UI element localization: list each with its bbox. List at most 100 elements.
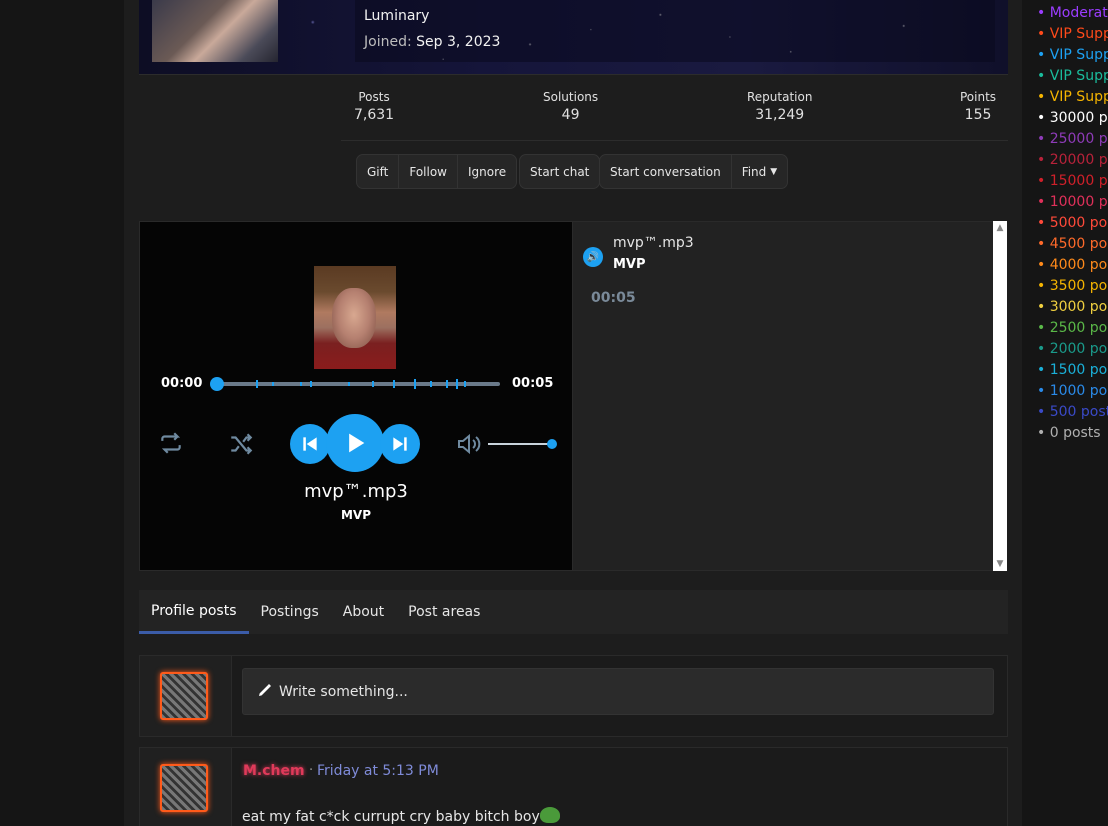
repeat-icon[interactable] <box>158 430 184 462</box>
group-legend-item[interactable]: • 4000 posts <box>1037 257 1108 273</box>
current-time: 00:00 <box>161 376 203 391</box>
waveform-bar <box>256 380 258 388</box>
member-actions-group: Gift Follow Ignore <box>356 154 518 189</box>
stat-points[interactable]: Points 155 <box>960 90 996 123</box>
playlist-panel <box>573 221 993 571</box>
next-track-button[interactable] <box>380 424 420 464</box>
group-legend-item[interactable]: • 1000 posts <box>1037 383 1108 399</box>
group-legend-item[interactable]: • Moderator <box>1037 5 1108 21</box>
group-legend-item[interactable]: • 3000 posts <box>1037 299 1108 315</box>
tab-profile-posts[interactable]: Profile posts <box>139 590 249 634</box>
group-legend-item[interactable]: • VIP Support <box>1037 26 1108 42</box>
now-playing-title: mvp™.mp3 <box>304 481 408 502</box>
volume-slider-track[interactable] <box>488 443 552 445</box>
previous-track-button[interactable] <box>290 424 330 464</box>
group-legend-item[interactable]: • VIP Support <box>1037 89 1108 105</box>
stat-posts[interactable]: Posts 7,631 <box>354 90 394 123</box>
group-legend-item[interactable]: • 0 posts <box>1037 425 1101 441</box>
group-legend-item[interactable]: • 15000 posts <box>1037 173 1108 189</box>
stat-label: Posts <box>358 90 390 104</box>
post-meta-separator: · <box>309 763 314 778</box>
group-legend-item[interactable]: • VIP Support <box>1037 68 1108 84</box>
stat-value: 155 <box>964 107 992 123</box>
stat-solutions[interactable]: Solutions 49 <box>543 90 598 123</box>
skip-back-icon <box>303 437 317 451</box>
start-chat-button[interactable]: Start chat <box>520 155 599 188</box>
profile-tabs: Profile posts Postings About Post areas <box>139 590 1008 634</box>
group-legend-item[interactable]: • 2500 posts <box>1037 320 1108 336</box>
waveform-bar <box>310 381 312 387</box>
playlist-item-artist: MVP <box>613 257 646 272</box>
waveform-bar <box>348 382 350 386</box>
frog-emoji-icon <box>539 807 560 823</box>
find-label: Find <box>741 164 767 179</box>
waveform-bar <box>430 381 432 387</box>
speaker-icon: 🔊 <box>583 247 603 267</box>
ignore-button[interactable]: Ignore <box>458 155 516 188</box>
stat-label: Reputation <box>747 90 813 104</box>
chat-actions-group: Start chat <box>519 154 601 189</box>
group-legend-item[interactable]: • 10000 posts <box>1037 194 1108 210</box>
divider <box>139 74 1008 75</box>
compose-avatar-column <box>140 656 232 736</box>
divider <box>341 140 1008 141</box>
post-date[interactable]: Friday at 5:13 PM <box>317 763 439 779</box>
group-legend-item[interactable]: • 2000 posts <box>1037 341 1108 357</box>
tab-about[interactable]: About <box>331 590 396 634</box>
post-avatar-column <box>140 748 232 826</box>
compose-input[interactable]: Write something... <box>242 668 994 715</box>
skip-forward-icon <box>393 437 407 451</box>
group-legend-item[interactable]: • 20000 posts <box>1037 152 1108 168</box>
cover-face <box>332 288 376 348</box>
stat-reputation[interactable]: Reputation 31,249 <box>747 90 812 123</box>
stat-label: Points <box>960 90 997 104</box>
post-author[interactable]: M.chem <box>243 763 305 779</box>
post-text: eat my fat c*ck currupt cry baby bitch b… <box>242 809 540 825</box>
caret-down-icon: ▼ <box>770 166 778 177</box>
waveform-bar <box>272 382 274 386</box>
volume-handle[interactable] <box>547 439 557 449</box>
progress-handle[interactable] <box>210 377 224 391</box>
group-legend-item[interactable]: • 5000 posts <box>1037 215 1108 231</box>
now-playing-artist: MVP <box>340 508 372 522</box>
compose-placeholder: Write something... <box>279 683 408 700</box>
post-body: eat my fat c*ck currupt cry baby bitch b… <box>242 807 560 825</box>
group-legend-item[interactable]: • 25000 posts <box>1037 131 1108 147</box>
find-button[interactable]: Find ▼ <box>732 155 788 188</box>
waveform-bar <box>464 381 466 387</box>
play-button[interactable] <box>326 414 384 472</box>
waveform-bar <box>414 379 416 389</box>
play-icon <box>349 433 365 453</box>
avatar[interactable] <box>160 764 208 812</box>
duration-time: 00:05 <box>512 376 554 391</box>
group-legend-item[interactable]: • 1500 posts <box>1037 362 1108 378</box>
group-legend-item[interactable]: • 3500 posts <box>1037 278 1108 294</box>
waveform-bar <box>372 381 374 387</box>
volume-icon[interactable] <box>456 431 484 463</box>
joined-label: Joined: <box>364 34 412 50</box>
group-legend-item[interactable]: • 500 posts <box>1037 404 1108 420</box>
waveform-bar <box>300 382 302 386</box>
start-conversation-button[interactable]: Start conversation <box>600 155 732 188</box>
avatar[interactable] <box>160 672 208 720</box>
group-legend-item[interactable]: • 4500 posts <box>1037 236 1108 252</box>
shuffle-icon[interactable] <box>228 431 254 463</box>
group-legend-item[interactable]: • VIP Support <box>1037 47 1108 63</box>
tab-postings[interactable]: Postings <box>249 590 331 634</box>
profile-avatar[interactable] <box>152 0 278 62</box>
playlist-scrollbar[interactable]: ▲ ▼ <box>993 221 1007 571</box>
scroll-down-icon[interactable]: ▼ <box>993 559 1007 569</box>
stat-label: Solutions <box>543 90 599 104</box>
follow-button[interactable]: Follow <box>399 155 458 188</box>
profile-banner-info <box>355 0 995 62</box>
gift-button[interactable]: Gift <box>357 155 400 188</box>
joined-date: Sep 3, 2023 <box>416 34 501 50</box>
group-legend-item[interactable]: • 30000 posts <box>1037 110 1108 126</box>
tab-post-areas[interactable]: Post areas <box>396 590 492 634</box>
playlist-item-title[interactable]: mvp™.mp3 <box>613 235 694 251</box>
album-cover <box>314 266 396 369</box>
stat-value: 49 <box>561 107 580 123</box>
waveform-bar <box>446 380 448 388</box>
scroll-up-icon[interactable]: ▲ <box>993 223 1007 233</box>
joined-info: Joined: Sep 3, 2023 <box>364 34 500 50</box>
